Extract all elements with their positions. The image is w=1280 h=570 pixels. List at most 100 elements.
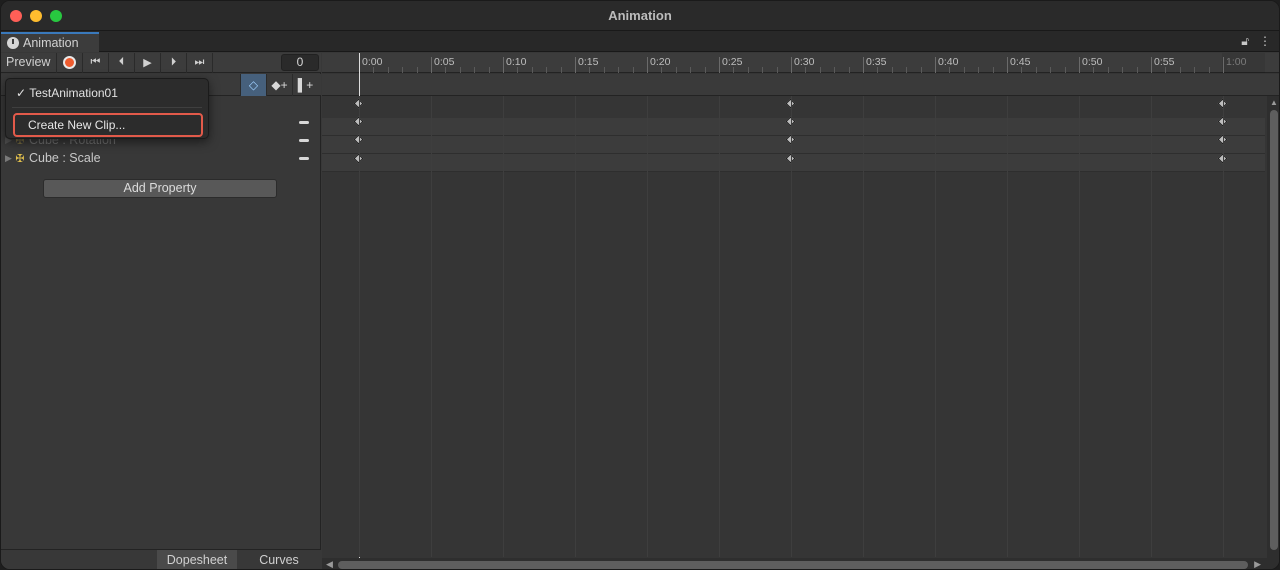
menu-separator [12, 107, 202, 108]
menu-item-current-clip[interactable]: ✓ TestAnimation01 [16, 86, 118, 100]
ruler-minor-tick [690, 67, 692, 73]
tab-curves[interactable]: Curves [239, 550, 319, 569]
first-key-button[interactable]: ⏮︎ [83, 52, 109, 73]
ruler-minor-tick [992, 67, 994, 73]
ruler-minor-tick [1179, 67, 1181, 73]
scroll-left-icon[interactable]: ◀ [326, 559, 333, 569]
ruler-minor-tick [661, 67, 663, 73]
remove-property-icon[interactable] [299, 156, 309, 160]
horizontal-scrollbar[interactable]: ◀ ▶ [322, 558, 1279, 569]
checkmark-icon: ✓ [16, 86, 27, 100]
ruler-tick-label: 0:50 [1082, 56, 1103, 68]
ruler-tick-label: 0:20 [650, 56, 671, 68]
ruler-minor-tick [1194, 67, 1196, 73]
timeline-gridline [719, 96, 720, 557]
vertical-scroll-thumb[interactable] [1270, 110, 1278, 550]
tab-animation[interactable]: Animation [1, 32, 99, 52]
next-key-button[interactable]: ⏵︎ [161, 52, 187, 73]
lock-icon[interactable]: 🔓︎ [1241, 34, 1249, 49]
horizontal-scroll-thumb[interactable] [338, 561, 1248, 569]
title-bar: Animation [1, 1, 1279, 31]
scroll-up-icon[interactable]: ▲ [1270, 98, 1278, 107]
dopesheet-timeline[interactable]: 0:00 0:05 0:10 0:15 0:20 0:25 0:30 0:35 0:40 0:45… [322, 53, 1279, 569]
vertical-scrollbar[interactable]: ▲ [1267, 96, 1279, 559]
ruler-major-tick [575, 57, 576, 73]
record-icon [63, 56, 76, 69]
ruler-minor-tick [1093, 67, 1095, 73]
clock-icon [7, 37, 19, 49]
ruler-minor-tick [891, 67, 893, 73]
ruler-minor-tick [877, 67, 879, 73]
prev-key-button[interactable]: ⏴︎ [109, 52, 135, 73]
ruler-minor-tick [675, 67, 677, 73]
menu-item-current-clip-label: TestAnimation01 [29, 86, 118, 100]
ruler-minor-tick [387, 67, 389, 73]
filter-keyframes-button[interactable]: ◇ [240, 74, 266, 96]
timeline-gridline [1151, 96, 1152, 557]
ruler-minor-tick [848, 67, 850, 73]
ruler-tick-label: 0:40 [938, 56, 959, 68]
remove-property-icon[interactable] [299, 138, 309, 142]
summary-row [322, 74, 1279, 96]
ruler-minor-tick [459, 67, 461, 73]
ruler-minor-tick [402, 67, 404, 73]
ruler-minor-tick [488, 67, 490, 73]
property-row-scale[interactable]: ▶ ✠ Cube : Scale [1, 149, 321, 167]
ruler-major-tick [1079, 57, 1080, 73]
add-event-button[interactable]: ▌+ [292, 74, 318, 96]
tab-dopesheet[interactable]: Dopesheet [157, 550, 237, 569]
ruler-minor-tick [589, 67, 591, 73]
scroll-right-icon[interactable]: ▶ [1254, 559, 1261, 569]
ruler-tick-label: 0:30 [794, 56, 815, 68]
remove-property-icon[interactable] [299, 120, 309, 124]
ruler-minor-tick [949, 67, 951, 73]
filter-keyframes-icon: ◇ [248, 78, 259, 92]
property-label: Cube : Scale [29, 151, 101, 165]
ruler-minor-tick [733, 67, 735, 73]
ruler-minor-tick [632, 67, 634, 73]
ruler-major-tick [1223, 57, 1224, 73]
first-key-icon: ⏮︎ [90, 56, 101, 68]
ruler-tick-label: 0:45 [1010, 56, 1031, 68]
ruler-major-tick [719, 57, 720, 73]
ruler-tick-label: 0:35 [866, 56, 887, 68]
ruler-minor-tick [1035, 67, 1037, 73]
time-ruler[interactable]: 0:00 0:05 0:10 0:15 0:20 0:25 0:30 0:35 0:40 0:45… [322, 53, 1279, 73]
ruler-minor-tick [1107, 67, 1109, 73]
ruler-major-tick [1151, 57, 1152, 73]
ruler-minor-tick [474, 67, 476, 73]
timeline-gridline [935, 96, 936, 557]
add-keyframe-button[interactable]: ◆+ [266, 74, 292, 96]
last-key-icon: ⏭︎ [194, 56, 205, 68]
ruler-minor-tick [1165, 67, 1167, 73]
animation-window: Animation Animation 🔓︎ ⋮ Preview ⏮︎ ⏴︎ ▶… [0, 0, 1280, 570]
ruler-minor-tick [704, 67, 706, 73]
timeline-gridline [503, 96, 504, 557]
playback-controls: Preview ⏮︎ ⏴︎ ▶︎ ⏵︎ ⏭︎ 0 [1, 52, 321, 73]
ruler-minor-tick [920, 67, 922, 73]
add-keyframe-icon: ◆+ [271, 78, 288, 92]
prev-key-icon: ⏴︎ [118, 56, 125, 68]
frame-field[interactable]: 0 [281, 54, 319, 71]
ruler-tick-label: 0:55 [1154, 56, 1175, 68]
record-button[interactable] [57, 52, 83, 73]
expand-arrow-icon[interactable]: ▶ [1, 153, 13, 164]
tab-animation-label: Animation [23, 36, 79, 50]
ruler-minor-tick [978, 67, 980, 73]
ruler-minor-tick [1050, 67, 1052, 73]
timeline-gridline [1007, 96, 1008, 557]
ruler-minor-tick [805, 67, 807, 73]
ruler-major-tick [863, 57, 864, 73]
clip-dropdown-menu: ✓ TestAnimation01 Create New Clip... [5, 78, 209, 139]
ruler-minor-tick [416, 67, 418, 73]
add-property-button[interactable]: Add Property [43, 179, 277, 198]
ruler-minor-tick [747, 67, 749, 73]
play-button[interactable]: ▶︎ [135, 52, 161, 73]
ruler-minor-tick [1064, 67, 1066, 73]
last-key-button[interactable]: ⏭︎ [187, 52, 213, 73]
preview-button[interactable]: Preview [1, 52, 57, 73]
timeline-gridline [575, 96, 576, 557]
ruler-minor-tick [1208, 67, 1210, 73]
more-options-icon[interactable]: ⋮ [1259, 34, 1271, 49]
menu-item-create-new-clip[interactable]: Create New Clip... [13, 113, 203, 137]
